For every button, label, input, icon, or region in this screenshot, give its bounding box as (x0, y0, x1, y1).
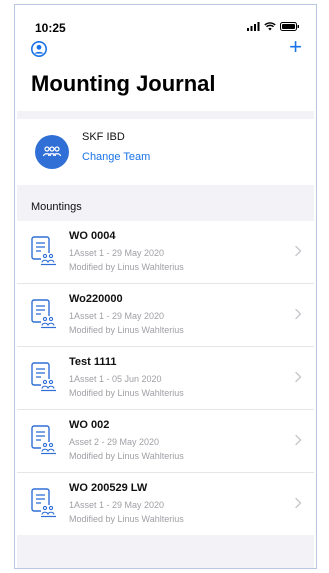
nav-bar: + (17, 35, 314, 67)
document-team-icon (31, 488, 56, 518)
document-team-icon (31, 236, 56, 266)
mounting-modified: Modified by Linus Wahlterius (69, 262, 184, 272)
section-header: Mountings (31, 201, 82, 213)
group-icon (42, 146, 62, 157)
chevron-right-icon (295, 371, 302, 383)
chevron-right-icon (295, 245, 302, 257)
team-name: SKF IBD (82, 131, 125, 143)
title-area: Mounting Journal (17, 67, 314, 111)
mounting-title: WO 0004 (69, 230, 116, 242)
status-icons (247, 22, 300, 31)
page-title: Mounting Journal (31, 71, 216, 96)
mounting-subtitle: Asset 2 - 29 May 2020 (69, 437, 160, 447)
mounting-subtitle: 1Asset 1 - 05 Jun 2020 (69, 374, 162, 384)
list-item[interactable]: Wo220000 1Asset 1 - 29 May 2020 Modified b… (17, 284, 314, 347)
document-team-icon (31, 362, 56, 392)
mounting-modified: Modified by Linus Wahlterius (69, 514, 184, 524)
mounting-modified: Modified by Linus Wahlterius (69, 451, 184, 461)
app-screen: 10:25 + Mounting Journal SKF IBD Change … (17, 7, 314, 568)
chevron-right-icon (295, 434, 302, 446)
change-team-link[interactable]: Change Team (82, 151, 150, 163)
device-frame: 10:25 + Mounting Journal SKF IBD Change … (14, 4, 317, 569)
mounting-modified: Modified by Linus Wahlterius (69, 325, 184, 335)
status-time: 10:25 (35, 21, 66, 35)
list-item[interactable]: WO 0004 1Asset 1 - 29 May 2020 Modified by… (17, 221, 314, 284)
signal-icon (247, 22, 260, 31)
document-team-icon (31, 425, 56, 455)
chevron-right-icon (295, 497, 302, 509)
team-avatar (35, 135, 69, 169)
mountings-list: WO 0004 1Asset 1 - 29 May 2020 Modified by… (17, 221, 314, 535)
list-item[interactable]: WO 002 Asset 2 - 29 May 2020 Modified by L… (17, 410, 314, 473)
list-item[interactable]: WO 200529 LW 1Asset 1 - 29 May 2020 Modifi… (17, 473, 314, 535)
chevron-right-icon (295, 308, 302, 320)
list-item[interactable]: Test 1111 1Asset 1 - 05 Jun 2020 Modified … (17, 347, 314, 410)
document-team-icon (31, 299, 56, 329)
mounting-modified: Modified by Linus Wahlterius (69, 388, 184, 398)
person-circle-icon[interactable] (31, 41, 47, 57)
wifi-icon (264, 22, 276, 31)
mounting-subtitle: 1Asset 1 - 29 May 2020 (69, 311, 165, 321)
mounting-subtitle: 1Asset 1 - 29 May 2020 (69, 500, 165, 510)
mounting-title: Wo220000 (69, 293, 123, 305)
team-card: SKF IBD Change Team (17, 111, 314, 185)
mounting-subtitle: 1Asset 1 - 29 May 2020 (69, 248, 165, 258)
add-button[interactable]: + (289, 35, 302, 59)
mounting-title: Test 1111 (69, 356, 117, 368)
mounting-title: WO 200529 LW (69, 482, 148, 494)
mounting-title: WO 002 (69, 419, 110, 431)
battery-icon (280, 22, 299, 31)
